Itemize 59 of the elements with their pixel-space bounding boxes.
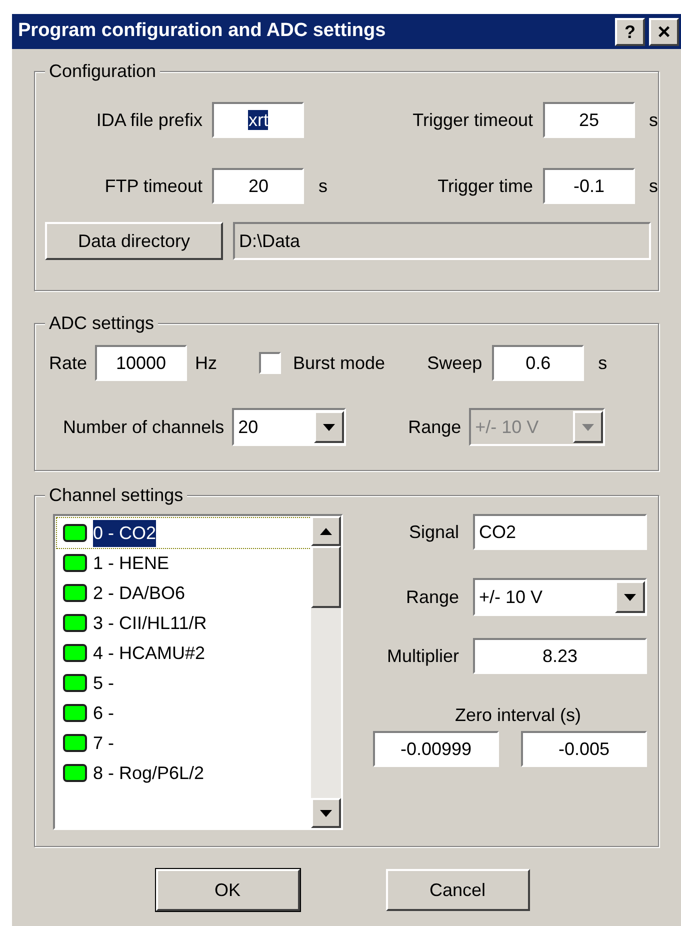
help-button[interactable]: ? [615,18,645,46]
channel-list-item[interactable]: 2 - DA/BO6 [57,578,311,608]
down-arrow-icon [582,424,594,430]
checkbox-label: Burst mode [293,352,386,374]
rate-field[interactable]: 10000 [95,345,188,381]
sweep-field[interactable]: 0.6 [492,345,584,381]
range-dropdown[interactable]: +/- 10 V [473,578,647,616]
zero-start-field[interactable]: -0.00999 [373,731,499,767]
dropdown-button[interactable] [615,581,645,613]
field-label: FTP timeout [104,174,202,198]
channel-list[interactable]: 0 - CO2 1 - HENE 2 - DA/BO6 3 - CII/HL11/R 4 - HCAMU#2 5 - 6 - 7 - 8 - Rog/P6L/2 [53,514,343,830]
multiplier-field[interactable]: 8.23 [473,638,647,674]
channel-list-item[interactable]: 3 - CII/HL11/R [57,608,311,638]
signal-field[interactable]: CO2 [473,514,647,550]
down-arrow-icon [323,424,336,430]
channel-list-item[interactable]: 8 - Rog/P6L/2 [57,758,311,788]
field-label: Rate [49,352,88,374]
checkbox[interactable] [259,352,282,374]
unit-label: Hz [195,352,218,374]
field-label: Multiplier [386,644,459,668]
dialog-button[interactable]: OK [156,869,300,911]
dialog-button[interactable]: Cancel [386,869,530,911]
unit-label: s [649,176,658,196]
down-arrow-icon [320,810,332,816]
field-label: Range [408,416,462,439]
data-directory-field: D:\Data [233,222,651,260]
text-field[interactable]: xrt [212,102,304,138]
down-arrow-icon [624,594,636,600]
field-label: Zero interval (s) [454,704,582,727]
unit-label: s [598,352,608,374]
text-field[interactable]: 20 [212,168,304,204]
text-field[interactable]: 25 [543,102,635,138]
data-directory-button[interactable]: Data directory [45,222,223,260]
zero-end-field[interactable]: -0.005 [521,731,647,767]
field-label: Trigger time [438,174,533,198]
window-title: Program configuration and ADC settings [18,19,387,44]
scrollbar[interactable] [311,516,341,828]
field-label: Trigger timeout [412,108,533,132]
channel-list-item[interactable]: 4 - HCAMU#2 [57,638,311,668]
channel-list-item[interactable]: 1 - HENE [57,548,311,578]
scroll-up-button[interactable] [311,516,341,546]
channel-list-item[interactable]: 0 - CO2 [57,518,311,548]
unit-label: s [318,176,328,196]
up-arrow-icon [320,528,332,534]
channel-list-item[interactable]: 6 - [57,698,311,728]
channels-dropdown[interactable]: 20 [232,408,346,446]
field-label: Sweep [427,352,482,375]
channel-list-item[interactable]: 5 - [57,668,311,698]
dropdown-button[interactable] [314,411,344,443]
scroll-down-button[interactable] [311,798,341,828]
text-field[interactable]: -0.1 [543,168,635,204]
field-label: Range [406,586,459,609]
field-label: Signal [408,520,459,544]
field-label: IDA file prefix [96,108,202,132]
scroll-thumb[interactable] [311,546,341,608]
field-label: Number of channels [63,416,224,438]
unit-label: s [649,110,658,130]
channel-list-item[interactable]: 7 - [57,728,311,758]
close-button[interactable]: × [649,18,679,46]
